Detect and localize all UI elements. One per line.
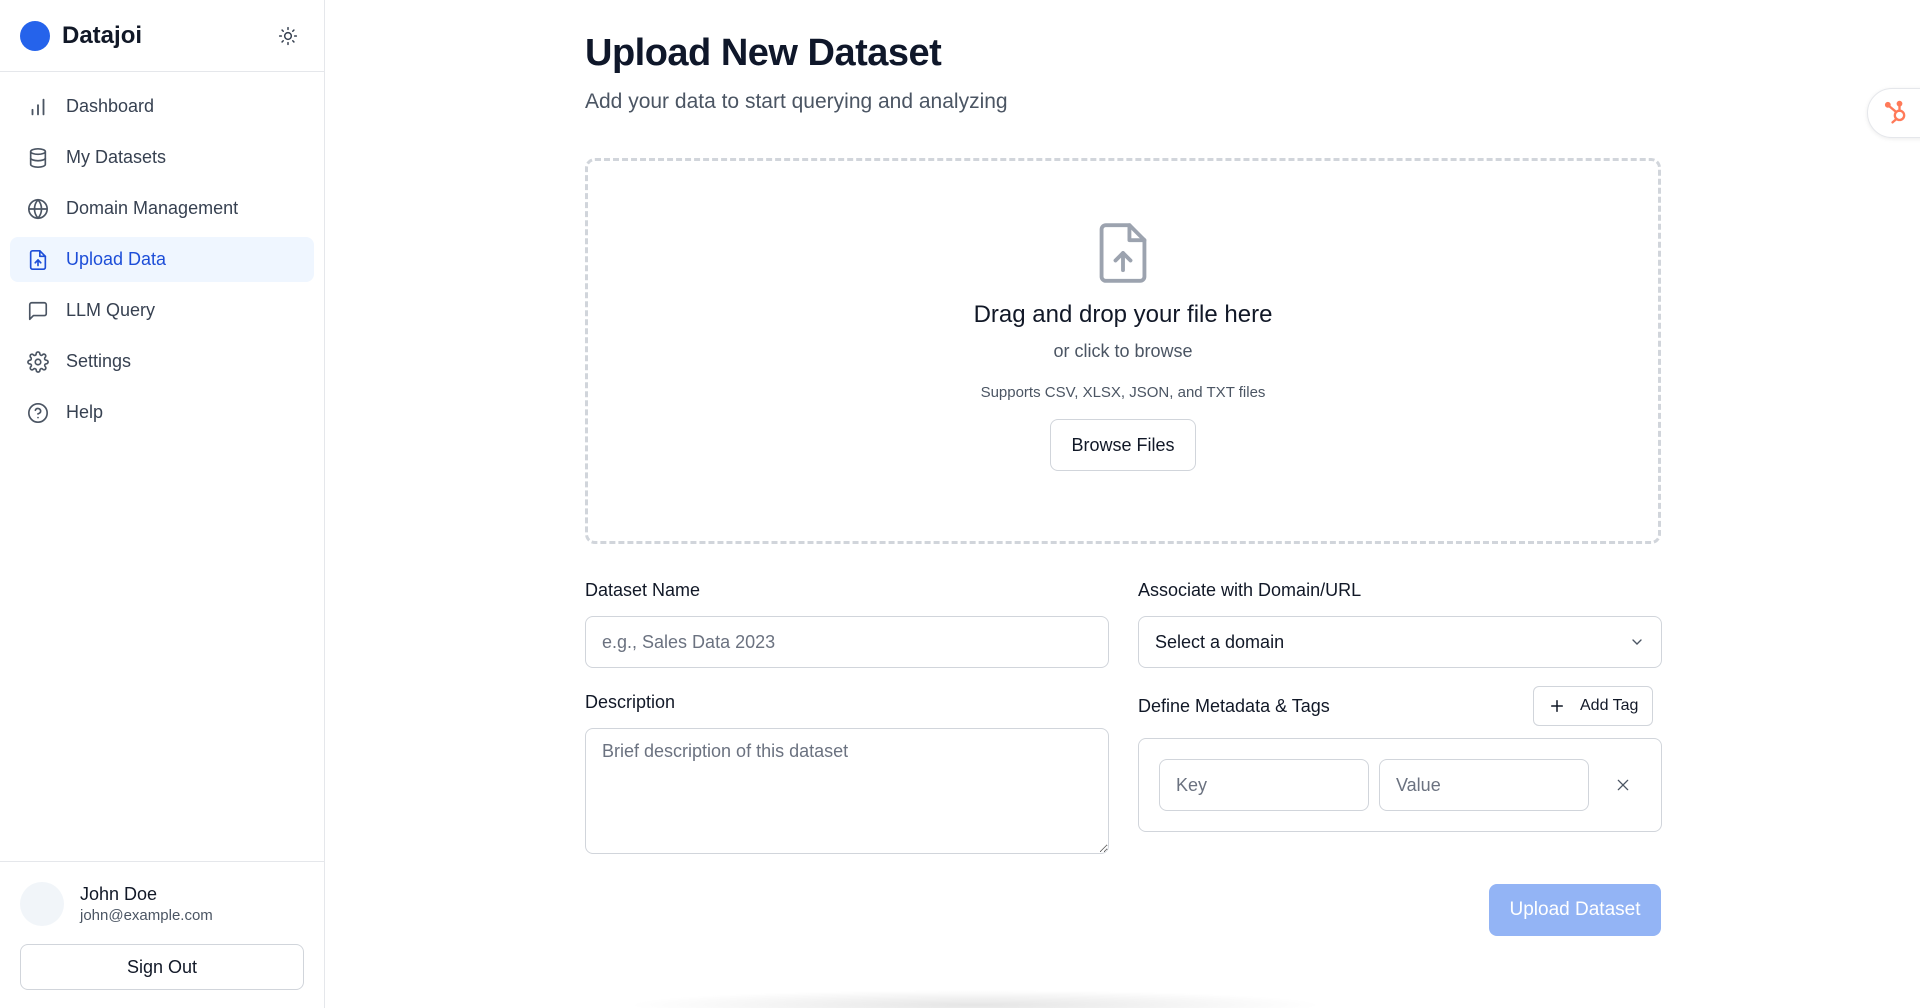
hubspot-widget-button[interactable]: [1867, 88, 1920, 138]
sidebar-item-label: My Datasets: [66, 147, 167, 167]
avatar: [20, 882, 64, 926]
hubspot-icon: [1884, 100, 1906, 124]
bottom-shadow: [625, 990, 1325, 1008]
close-icon: [1617, 779, 1629, 791]
user-email: john@example.com: [80, 907, 213, 924]
user-profile: John Doe john@example.com: [20, 882, 304, 926]
metadata-label: Define Metadata & Tags: [1138, 696, 1330, 716]
metadata-tags-box: [1138, 738, 1662, 832]
chevron-down-icon: [1632, 639, 1642, 645]
sidebar-item-domain-management[interactable]: Domain Management: [10, 186, 314, 231]
supported-formats: Supports CSV, XLSX, JSON, and TXT files: [980, 384, 1266, 401]
dropzone-title: Drag and drop your file here: [973, 301, 1273, 328]
tag-key-input[interactable]: [1159, 759, 1369, 811]
file-upload-icon: [1099, 223, 1147, 283]
sidebar-item-label: Help: [66, 402, 104, 422]
file-dropzone[interactable]: Drag and drop your file here or click to…: [585, 158, 1661, 544]
bar-chart-icon: [26, 95, 50, 119]
browse-files-button[interactable]: Browse Files: [1050, 419, 1196, 471]
tag-value-input[interactable]: [1379, 759, 1589, 811]
brand-header: Datajoi: [0, 0, 324, 72]
description-label: Description: [585, 692, 676, 712]
add-tag-label: Add Tag: [1580, 697, 1639, 714]
sidebar-item-label: Dashboard: [66, 96, 155, 116]
gear-icon: [26, 350, 50, 374]
file-upload-icon: [26, 248, 50, 272]
database-icon: [26, 146, 50, 170]
message-square-icon: [26, 299, 50, 323]
page-title: Upload New Dataset: [585, 32, 942, 74]
dataset-name-input[interactable]: [585, 616, 1109, 668]
sidebar-item-my-datasets[interactable]: My Datasets: [10, 135, 314, 180]
sidebar-item-label: Upload Data: [66, 249, 167, 269]
sidebar-item-upload-data[interactable]: Upload Data: [10, 237, 314, 282]
upload-dataset-button[interactable]: Upload Dataset: [1489, 884, 1661, 936]
domain-label: Associate with Domain/URL: [1138, 580, 1362, 600]
sidebar-item-label: Domain Management: [66, 198, 239, 218]
user-info: John Doe john@example.com: [80, 884, 213, 924]
user-name: John Doe: [80, 884, 158, 904]
sidebar-footer: John Doe john@example.com Sign Out: [0, 861, 324, 1008]
domain-select-value: Select a domain: [1155, 631, 1285, 652]
sidebar-nav: Dashboard My Datasets Domain Management …: [0, 72, 324, 453]
sun-icon: [278, 26, 298, 45]
app-root: Datajoi Dashboard My Datasets Domain Man…: [0, 0, 1920, 1008]
add-tag-button[interactable]: Add Tag: [1533, 686, 1654, 726]
description-textarea[interactable]: [585, 728, 1109, 854]
sidebar: Datajoi Dashboard My Datasets Domain Man…: [0, 0, 325, 1008]
sidebar-item-llm-query[interactable]: LLM Query: [10, 288, 314, 333]
globe-icon: [26, 197, 50, 221]
sidebar-item-dashboard[interactable]: Dashboard: [10, 84, 314, 129]
brand-logo: [20, 20, 50, 51]
sidebar-item-label: Settings: [66, 351, 132, 371]
help-circle-icon: [26, 401, 50, 425]
main-content: Upload New Dataset Add your data to star…: [325, 0, 1920, 1008]
sidebar-item-settings[interactable]: Settings: [10, 339, 314, 384]
sidebar-item-help[interactable]: Help: [10, 390, 314, 435]
sidebar-item-label: LLM Query: [66, 300, 156, 320]
remove-tag-button[interactable]: [1609, 771, 1637, 799]
brand-name: Datajoi: [62, 21, 143, 49]
domain-select[interactable]: Select a domain: [1138, 616, 1662, 668]
dropzone-subtitle: or click to browse: [1053, 341, 1193, 361]
dataset-name-label: Dataset Name: [585, 580, 701, 600]
page-subtitle: Add your data to start querying and anal…: [585, 90, 1008, 113]
sign-out-button[interactable]: Sign Out: [20, 944, 304, 990]
theme-toggle-button[interactable]: [272, 20, 304, 52]
plus-icon: [1551, 700, 1563, 712]
